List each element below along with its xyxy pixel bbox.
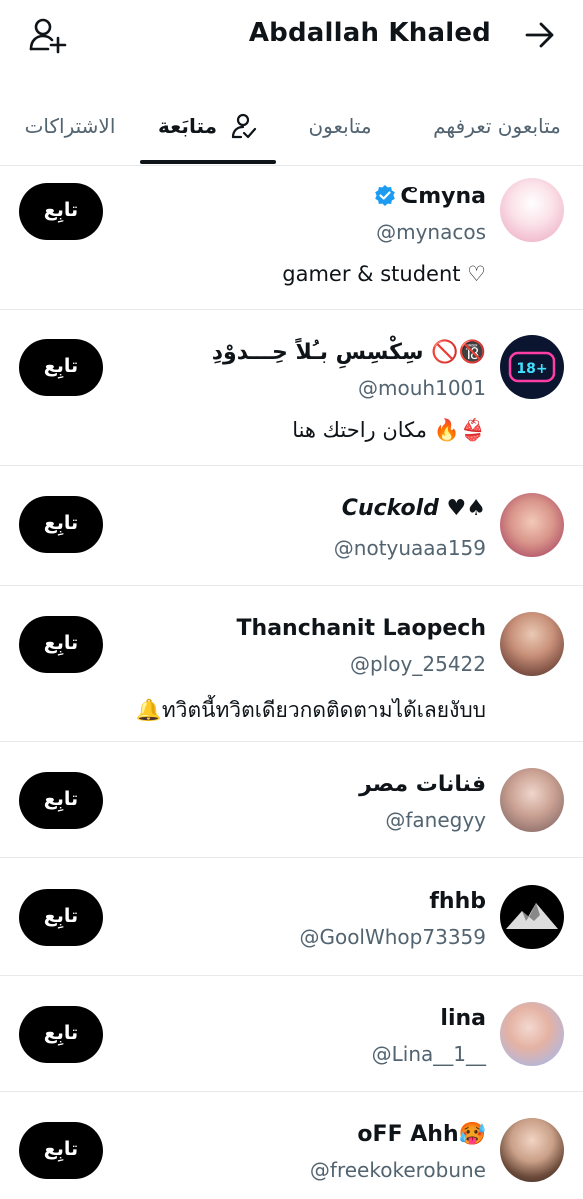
avatar[interactable]	[500, 885, 564, 949]
verified-badge-icon	[375, 185, 396, 206]
follow-button[interactable]: تابِع	[19, 889, 103, 946]
account-handle: @mynacos	[376, 220, 486, 244]
tab-subscriptions[interactable]: الاشتراكات	[20, 92, 120, 164]
follow-button[interactable]: تابِع	[19, 496, 103, 553]
follow-button[interactable]: تابِع	[19, 1122, 103, 1179]
avatar[interactable]: 18+	[500, 335, 564, 399]
account-handle: @mouh1001	[358, 376, 486, 400]
account-name-text: ᕦmyna	[400, 184, 486, 209]
account-handle: @fanegyy	[385, 808, 486, 832]
avatar[interactable]	[500, 493, 564, 557]
avatar[interactable]	[500, 768, 564, 832]
mountain-icon	[506, 903, 558, 929]
list-item[interactable]: تابِع فنانات مصر @fanegyy	[0, 742, 583, 858]
user-check-icon	[231, 113, 257, 138]
follow-button[interactable]: تابِع	[19, 339, 103, 396]
avatar[interactable]	[500, 612, 564, 676]
avatar[interactable]	[500, 1118, 564, 1182]
account-name: Cuckold ♥♠	[341, 496, 486, 521]
follow-button[interactable]: تابِع	[19, 616, 103, 673]
active-tab-indicator	[140, 160, 276, 164]
account-name: fhhb	[429, 889, 486, 914]
avatar[interactable]	[500, 178, 564, 242]
tab-followers[interactable]: متابعون	[300, 92, 380, 164]
account-bio: 🔔ทวิตนี้ทวิตเดียวกดติดตามได้เลยงับบ	[135, 698, 486, 722]
tab-followers-you-know[interactable]: متابعون تعرفهم	[428, 92, 566, 164]
neon-18-plus-icon: 18+	[508, 351, 556, 383]
list-item[interactable]: تابِع oFF Ahh🥵 @freekokerobune	[0, 1092, 583, 1199]
svg-text:18+: 18+	[516, 361, 547, 377]
avatar[interactable]	[500, 1002, 564, 1066]
follow-button[interactable]: تابِع	[19, 772, 103, 829]
list-item[interactable]: تابِع lina @Lina__1__	[0, 976, 583, 1092]
account-name: فنانات مصر	[359, 772, 486, 797]
account-handle: @notyuaaa159	[333, 536, 486, 560]
arrow-right-icon[interactable]	[525, 20, 555, 50]
tab-following[interactable]: متابَعة	[140, 92, 276, 164]
account-handle: @freekokerobune	[309, 1158, 486, 1182]
account-bio: مكان راحتك هنا 🔥👙	[292, 418, 486, 442]
page-title: Abdallah Khaled	[248, 18, 491, 48]
tab-bar: الاشتراكات متابَعة متابعون متابعون تعرفه…	[0, 92, 583, 166]
add-user-icon[interactable]	[28, 16, 68, 56]
tab-following-label: متابَعة	[158, 114, 217, 138]
list-item[interactable]: تابِع سِكْسِسِ بـُلاً حِـــدوْدِ 🚫🔞 @mou…	[0, 310, 583, 466]
follow-button[interactable]: تابِع	[19, 1006, 103, 1063]
account-handle: @GoolWhop73359	[299, 925, 486, 949]
account-name: سِكْسِسِ بـُلاً حِـــدوْدِ 🚫🔞	[211, 340, 486, 365]
account-name: ᕦmyna	[374, 184, 486, 209]
account-name: lina	[440, 1006, 486, 1031]
follow-button[interactable]: تابِع	[19, 183, 103, 240]
list-item[interactable]: تابِع Thanchanit Laopech @ploy_25422 🔔ทว…	[0, 586, 583, 742]
list-item[interactable]: تابِع ᕦmyna @mynacos gamer & student ♡	[0, 166, 583, 310]
account-handle: @Lina__1__	[371, 1042, 486, 1066]
list-item[interactable]: تابِع fhhb @GoolWhop73359	[0, 858, 583, 976]
list-item[interactable]: تابِع Cuckold ♥♠ @notyuaaa159	[0, 466, 583, 586]
account-name: Thanchanit Laopech	[236, 616, 486, 641]
top-bar: Abdallah Khaled	[0, 0, 583, 72]
account-name: oFF Ahh🥵	[357, 1122, 486, 1147]
account-handle: @ploy_25422	[350, 652, 486, 676]
account-bio: gamer & student ♡	[282, 262, 486, 286]
